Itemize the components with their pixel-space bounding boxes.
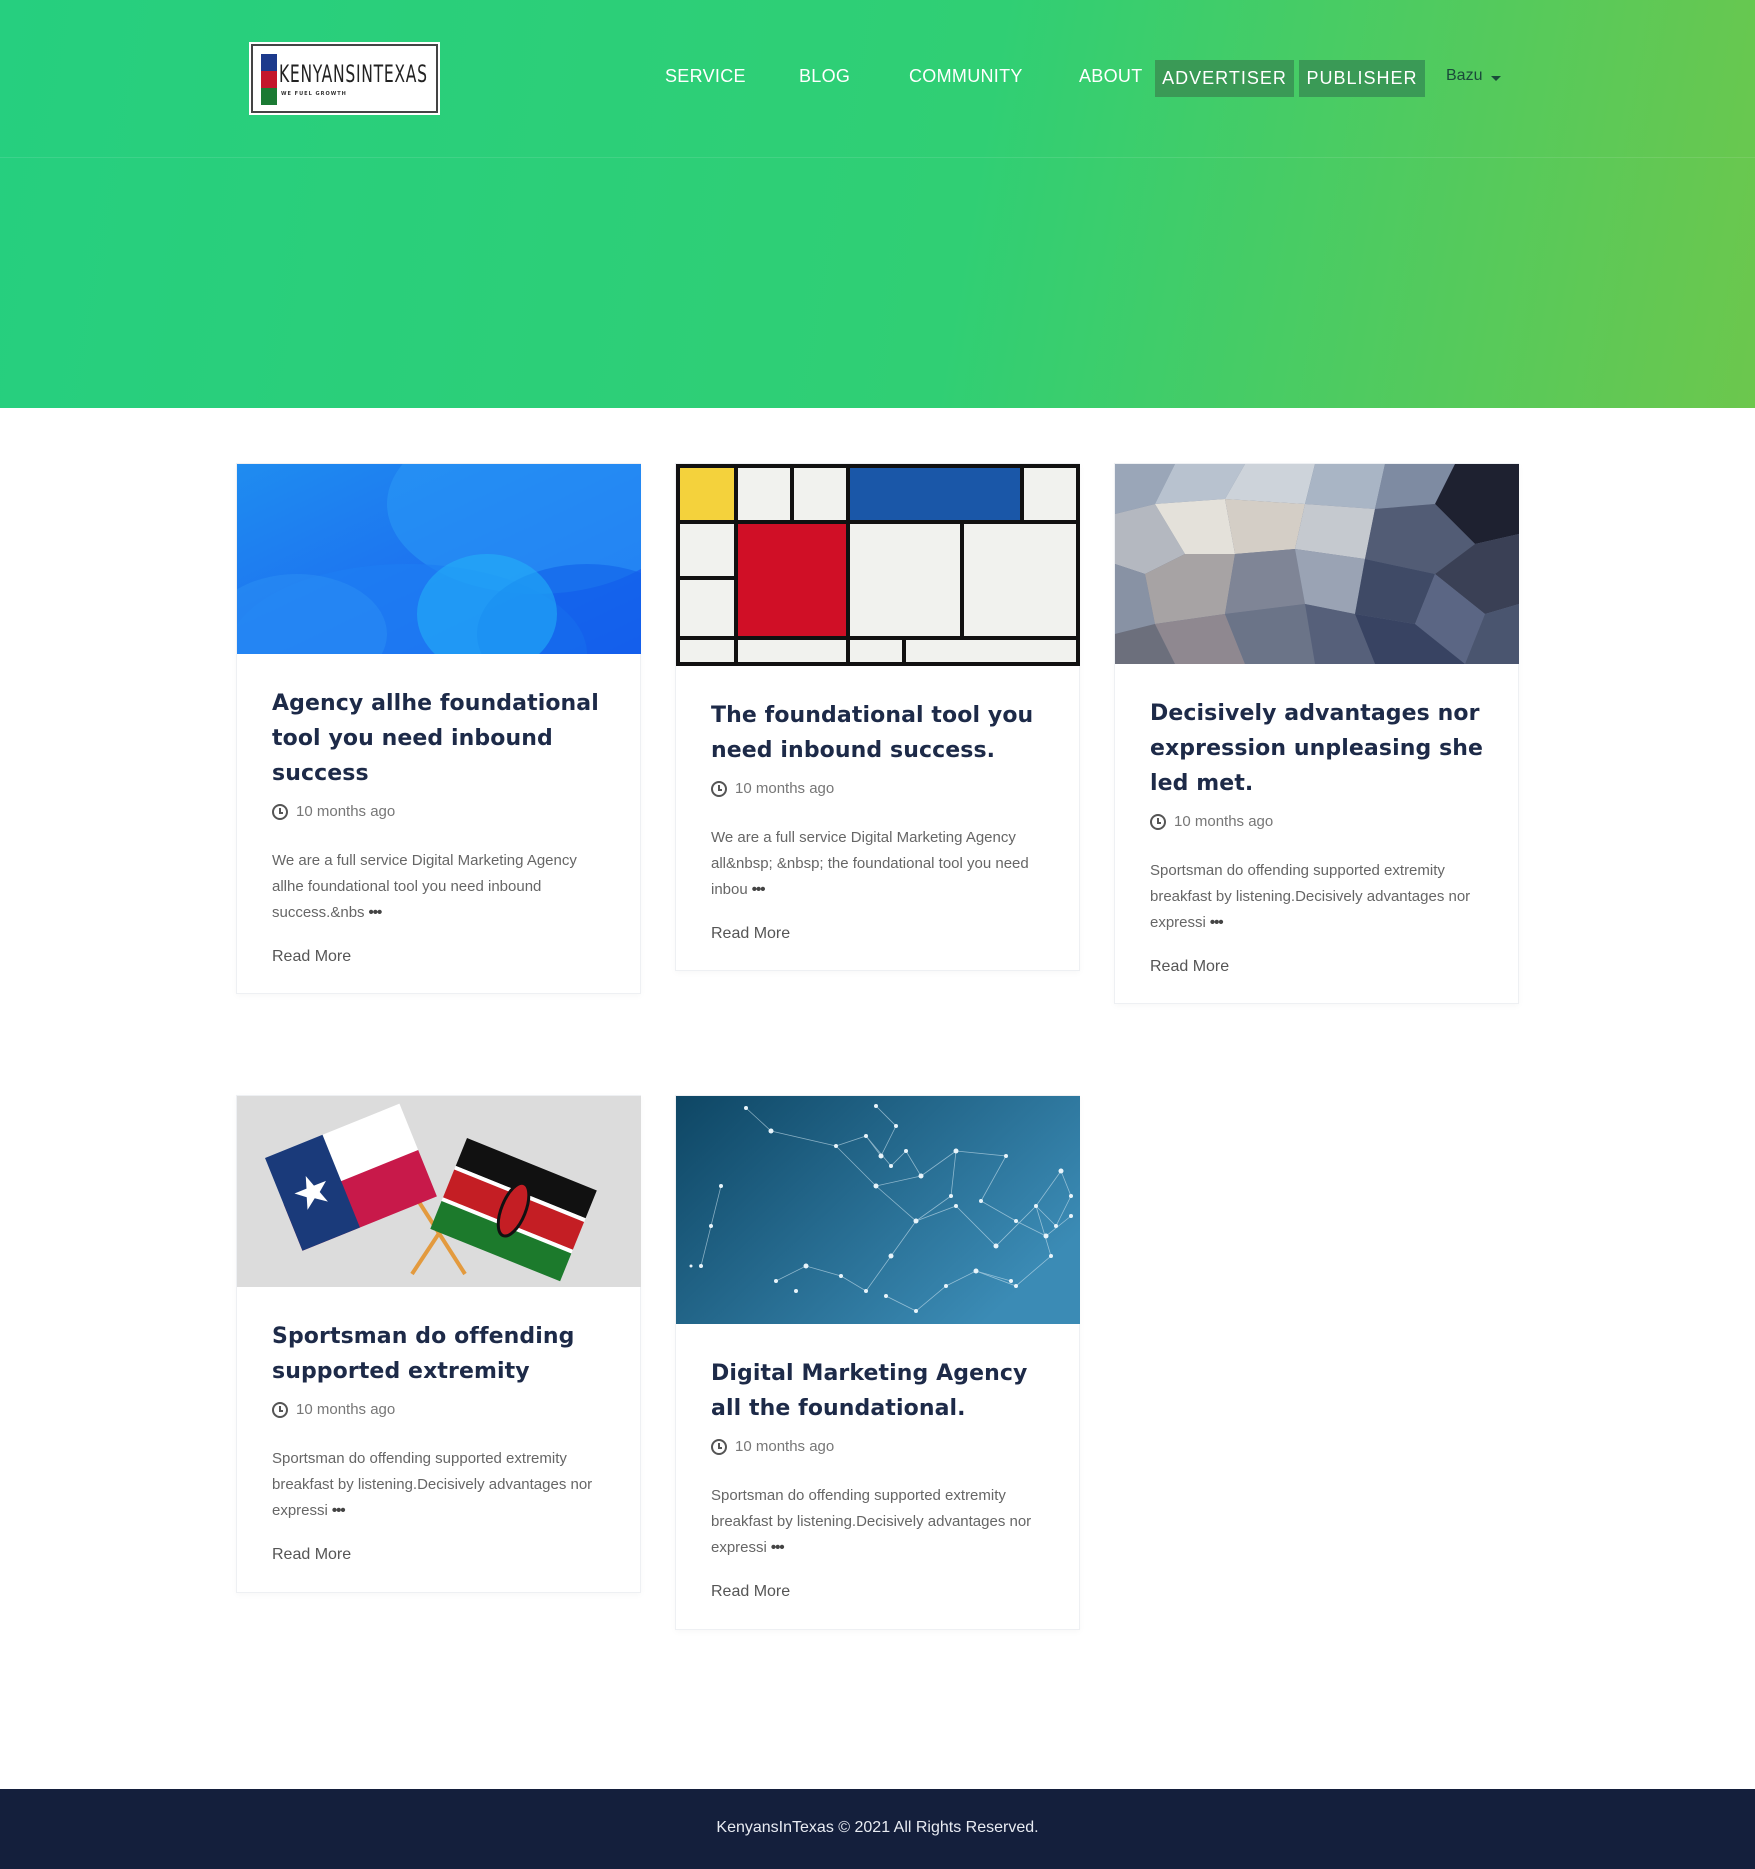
clock-icon <box>272 1401 288 1418</box>
read-more-link[interactable]: Read More <box>1150 958 1490 976</box>
post-excerpt: Sportsman do offending supported extremi… <box>711 1487 1032 1556</box>
site-logo[interactable]: KENYANSINTEXAS WE FUEL GROWTH <box>251 44 438 113</box>
clock-icon <box>711 1438 727 1455</box>
post-title[interactable]: Decisively advantages nor expression unp… <box>1150 696 1490 801</box>
post-excerpt: We are a full service Digital Marketing … <box>272 852 577 921</box>
logo-text: KENYANSINTEXAS <box>279 60 428 88</box>
nav-blog[interactable]: BLOG <box>799 66 850 87</box>
clock-icon <box>711 780 727 797</box>
more-dots-icon: ••• <box>1209 914 1224 931</box>
post-card: Decisively advantages nor expression unp… <box>1114 463 1519 1004</box>
post-title[interactable]: The foundational tool you need inbound s… <box>711 698 1051 768</box>
post-image-flags[interactable] <box>237 1096 641 1287</box>
more-dots-icon: ••• <box>368 904 383 921</box>
language-dropdown[interactable]: Bazu <box>1446 67 1482 85</box>
navbar: KENYANSINTEXAS WE FUEL GROWTH SERVICE BL… <box>0 0 1755 158</box>
post-time: 10 months ago <box>296 803 396 820</box>
logo-flag-icon <box>261 54 277 105</box>
caret-down-icon[interactable] <box>1491 76 1501 81</box>
post-card: The foundational tool you need inbound s… <box>675 463 1080 971</box>
post-image-polygons[interactable] <box>1115 464 1519 664</box>
hero-banner: KENYANSINTEXAS WE FUEL GROWTH SERVICE BL… <box>0 0 1755 408</box>
post-image-blue-waves[interactable] <box>237 464 641 654</box>
more-dots-icon: ••• <box>331 1502 346 1519</box>
read-more-link[interactable]: Read More <box>711 1583 1051 1601</box>
nav-about[interactable]: ABOUT <box>1079 66 1143 87</box>
post-excerpt: Sportsman do offending supported extremi… <box>272 1450 593 1519</box>
post-time: 10 months ago <box>296 1401 396 1418</box>
logo-tagline: WE FUEL GROWTH <box>281 91 347 97</box>
footer: KenyansInTexas © 2021 All Rights Reserve… <box>0 1789 1755 1869</box>
post-meta: 10 months ago <box>272 1401 612 1418</box>
clock-icon <box>272 803 288 820</box>
nav-service[interactable]: SERVICE <box>665 66 746 87</box>
post-card: Sportsman do offending supported extremi… <box>236 1095 641 1593</box>
nav-community[interactable]: COMMUNITY <box>909 66 1023 87</box>
post-excerpt: We are a full service Digital Marketing … <box>711 829 1029 898</box>
more-dots-icon: ••• <box>770 1539 785 1556</box>
post-image-network[interactable] <box>676 1096 1080 1324</box>
post-excerpt: Sportsman do offending supported extremi… <box>1150 862 1471 931</box>
read-more-link[interactable]: Read More <box>272 948 612 966</box>
clock-icon <box>1150 813 1166 830</box>
footer-copyright: KenyansInTexas © 2021 All Rights Reserve… <box>716 1819 1039 1836</box>
publisher-button[interactable]: PUBLISHER <box>1299 60 1425 97</box>
read-more-link[interactable]: Read More <box>711 925 1051 943</box>
post-title[interactable]: Sportsman do offending supported extremi… <box>272 1319 612 1389</box>
post-card: Agency allhe foundational tool you need … <box>236 463 641 994</box>
advertiser-button[interactable]: ADVERTISER <box>1155 60 1294 97</box>
more-dots-icon: ••• <box>751 881 766 898</box>
post-card: Digital Marketing Agency all the foundat… <box>675 1095 1080 1630</box>
post-time: 10 months ago <box>735 780 835 797</box>
read-more-link[interactable]: Read More <box>272 1546 612 1564</box>
post-time: 10 months ago <box>735 1438 835 1455</box>
post-time: 10 months ago <box>1174 813 1274 830</box>
post-title[interactable]: Digital Marketing Agency all the foundat… <box>711 1356 1051 1426</box>
post-meta: 10 months ago <box>272 803 612 820</box>
post-title[interactable]: Agency allhe foundational tool you need … <box>272 686 612 791</box>
post-meta: 10 months ago <box>711 780 1051 797</box>
post-image-mondrian[interactable] <box>676 464 1080 666</box>
post-meta: 10 months ago <box>711 1438 1051 1455</box>
post-meta: 10 months ago <box>1150 813 1490 830</box>
